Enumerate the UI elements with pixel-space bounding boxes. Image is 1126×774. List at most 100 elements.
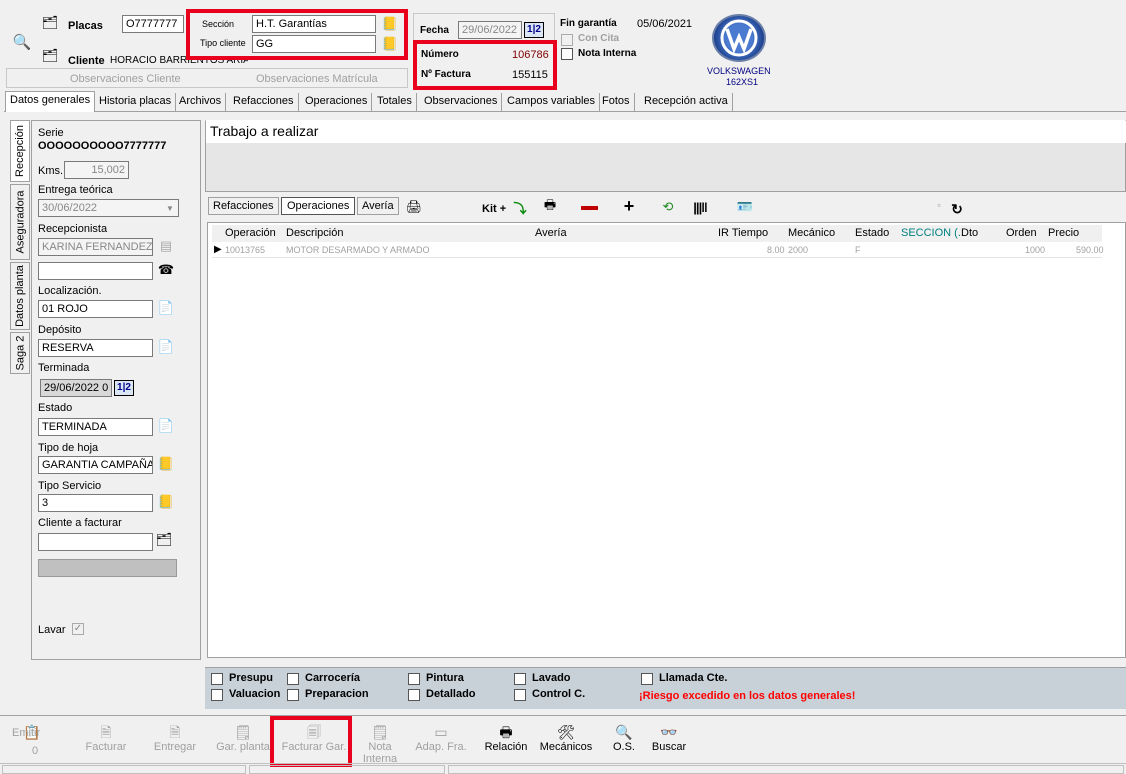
- cliente-facturar-input[interactable]: [38, 533, 153, 551]
- tab-refacciones[interactable]: Refacciones: [229, 93, 299, 112]
- nota-interna-checkbox[interactable]: [561, 48, 573, 60]
- col-orden[interactable]: Orden: [1006, 227, 1037, 239]
- kit-add-icon[interactable]: ⤵: [510, 198, 530, 216]
- col-dto[interactable]: Dto: [961, 227, 978, 239]
- fin-garantia-label: Fin garantía: [560, 18, 617, 29]
- cliente-card-icon[interactable]: 🗂: [40, 47, 60, 65]
- preparacion-checkbox[interactable]: [287, 689, 299, 701]
- vw-logo-icon: [712, 14, 766, 62]
- col-mecanico[interactable]: Mecánico: [788, 227, 835, 239]
- tab-campos-variables[interactable]: Campos variables: [503, 93, 601, 112]
- placas-input[interactable]: O7777777: [122, 15, 184, 33]
- lavar-checkbox[interactable]: ✓: [72, 623, 84, 635]
- carroceria-checkbox[interactable]: [287, 673, 299, 685]
- observaciones-cliente[interactable]: Observaciones Cliente: [70, 73, 181, 85]
- adap-fra-button[interactable]: ▭ Adap. Fra.: [411, 723, 471, 753]
- presupuesto-checkbox[interactable]: [211, 673, 223, 685]
- tab-historia-placas[interactable]: Historia placas: [95, 93, 177, 112]
- pintura-label: Pintura: [426, 672, 464, 684]
- nota-interna-button[interactable]: 🗒 Nota Interna: [350, 723, 410, 765]
- col-precio[interactable]: Precio: [1048, 227, 1079, 239]
- observaciones-matricula[interactable]: Observaciones Matrícula: [256, 73, 378, 85]
- llamada-checkbox[interactable]: [641, 673, 653, 685]
- refresh-transfer-icon[interactable]: ⟲: [658, 198, 678, 216]
- cliente-facturar-card-icon[interactable]: 🗂: [154, 531, 174, 549]
- tab-observaciones[interactable]: Observaciones: [420, 93, 503, 112]
- tab-operaciones[interactable]: Operaciones: [301, 93, 373, 112]
- tab-fotos[interactable]: Fotos: [598, 93, 635, 112]
- entregar-button[interactable]: 🗎 Entregar: [145, 723, 205, 753]
- phone-icon[interactable]: ☎: [156, 261, 176, 279]
- subtab-refacciones[interactable]: Refacciones: [208, 197, 279, 215]
- col-seccion[interactable]: SECCION (..: [901, 227, 964, 239]
- serie-label: Serie: [38, 127, 64, 139]
- pintura-checkbox[interactable]: [408, 673, 420, 685]
- deposito-input[interactable]: RESERVA: [38, 339, 153, 357]
- chevron-down-icon[interactable]: ▼: [166, 204, 174, 213]
- estado-lookup-icon[interactable]: 📄: [156, 417, 176, 435]
- cell-mecanico: 2000: [788, 245, 809, 255]
- col-estado[interactable]: Estado: [855, 227, 889, 239]
- fecha-input[interactable]: 29/06/2022: [458, 21, 522, 39]
- work-title-bar: [206, 121, 1126, 143]
- status-panel-1: [2, 765, 246, 774]
- tools-print-icon[interactable]: 🖨: [404, 198, 424, 216]
- side-tab-recepcion[interactable]: Recepción: [10, 120, 30, 182]
- side-tab-datos-planta[interactable]: Datos planta: [10, 262, 30, 330]
- valuacion-checkbox[interactable]: [211, 689, 223, 701]
- placas-card-icon[interactable]: 🗂: [40, 14, 60, 32]
- tab-archivos[interactable]: Archivos: [175, 93, 227, 112]
- remove-icon[interactable]: [581, 206, 598, 210]
- user-card-icon[interactable]: 🪪: [735, 198, 755, 216]
- mecanicos-button[interactable]: 🛠 Mecánicos: [536, 723, 596, 753]
- facturar-button[interactable]: 🗎 Facturar: [76, 723, 136, 753]
- zoom-icon[interactable]: 🔍: [12, 33, 32, 51]
- tipo-hoja-lookup-icon[interactable]: 📒: [156, 455, 176, 473]
- tipo-servicio-lookup-icon[interactable]: 📒: [156, 493, 176, 511]
- detallado-checkbox[interactable]: [408, 689, 420, 701]
- print-icon[interactable]: 🖶: [540, 197, 560, 216]
- col-averia[interactable]: Avería: [535, 227, 567, 239]
- relacion-button[interactable]: 🖶 Relación: [476, 723, 536, 753]
- tipo-servicio-input[interactable]: 3: [38, 494, 153, 512]
- col-operacion[interactable]: Operación: [225, 227, 276, 239]
- col-ir-tiempo[interactable]: IR Tiempo: [718, 227, 768, 239]
- terminada-calendar-button[interactable]: 1|2: [114, 380, 134, 396]
- gar-planta-button[interactable]: 🗒 Gar. planta: [213, 723, 273, 753]
- entrega-select[interactable]: 30/06/2022: [38, 199, 179, 217]
- localizacion-label: Localización.: [38, 285, 102, 297]
- subtab-operaciones[interactable]: Operaciones: [281, 197, 356, 215]
- estado-input[interactable]: TERMINADA: [38, 418, 153, 436]
- subtab-averia[interactable]: Avería: [357, 197, 399, 215]
- deposito-lookup-icon[interactable]: 📄: [156, 338, 176, 356]
- kit-label[interactable]: Kit +: [482, 203, 506, 215]
- terminada-input[interactable]: 29/06/2022 0: [40, 379, 112, 397]
- status-panel-2: [249, 765, 445, 774]
- redo-icon[interactable]: ↻: [947, 200, 967, 218]
- control-checkbox[interactable]: [514, 689, 526, 701]
- tab-datos-generales[interactable]: Datos generales: [5, 91, 96, 112]
- localizacion-input[interactable]: 01 ROJO: [38, 300, 153, 318]
- add-icon[interactable]: +: [619, 196, 639, 216]
- highlight-numero: [413, 40, 557, 90]
- deposito-label: Depósito: [38, 324, 82, 336]
- lavado-checkbox[interactable]: [514, 673, 526, 685]
- terminada-label: Terminada: [38, 362, 90, 374]
- tab-totales[interactable]: Totales: [373, 93, 417, 112]
- note-icon[interactable]: ▫: [929, 196, 949, 214]
- tab-recepcion-activa[interactable]: Recepción activa: [640, 93, 733, 112]
- side-tab-aseguradora[interactable]: Aseguradora: [10, 184, 30, 260]
- recepcionista-input[interactable]: KARINA FERNANDEZ: [38, 238, 153, 256]
- col-descripcion[interactable]: Descripción: [286, 227, 343, 239]
- recepcionista-lookup-icon[interactable]: ▤: [156, 237, 176, 255]
- tipo-hoja-input[interactable]: GARANTIA CAMPAÑA: [38, 456, 153, 474]
- fecha-calendar-button[interactable]: 1|2: [524, 22, 544, 38]
- barcode-icon[interactable]: |||‖: [690, 198, 710, 216]
- recepcionista-extra-input[interactable]: [38, 262, 153, 280]
- nota-interna-label: Nota Interna: [362, 741, 398, 765]
- side-tab-saga-2[interactable]: Saga 2: [10, 332, 30, 374]
- localizacion-lookup-icon[interactable]: 📄: [156, 299, 176, 317]
- kms-input[interactable]: 15,002: [64, 161, 129, 179]
- buscar-button[interactable]: 👓 Buscar: [639, 723, 699, 753]
- con-cita-checkbox[interactable]: [561, 34, 573, 46]
